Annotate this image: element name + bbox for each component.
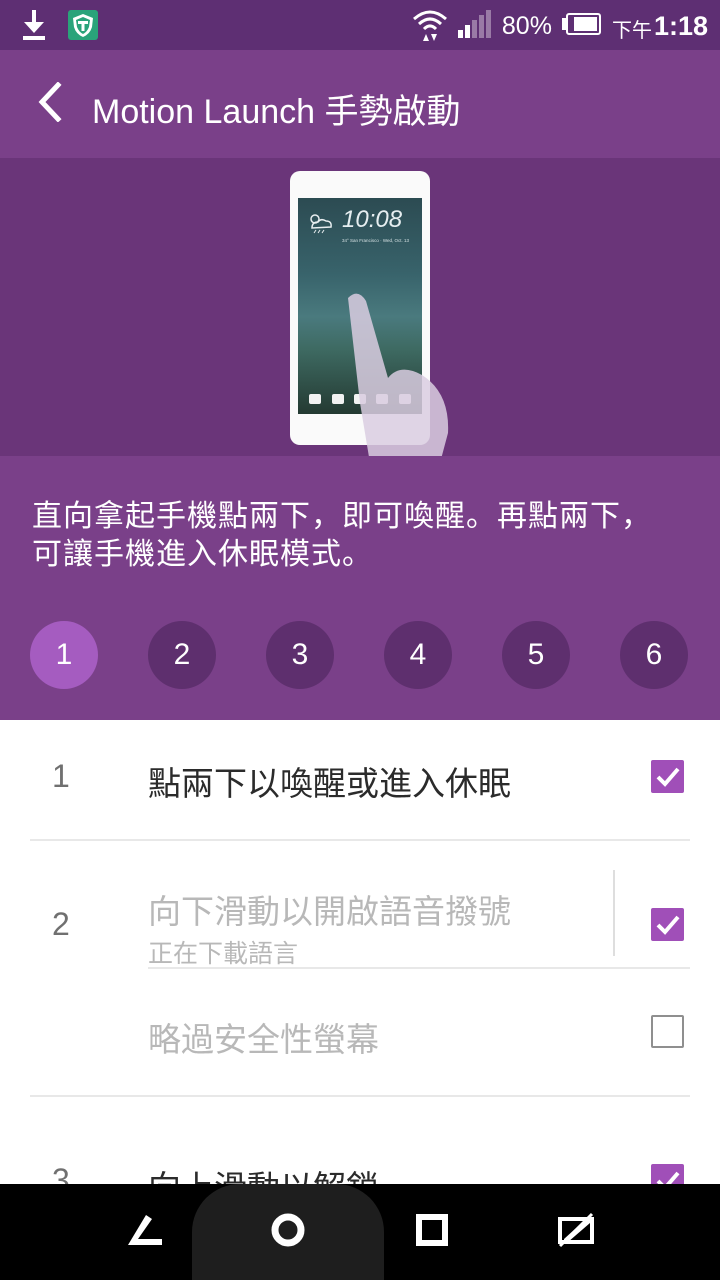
list-item-title: 向上滑動以解鎖 [148,1161,379,1184]
checkmark-icon [656,767,680,787]
checkbox-wake-sleep[interactable] [651,760,684,793]
hide-nav-icon [556,1212,596,1252]
battery-icon [561,12,602,40]
step-4[interactable]: 4 [384,621,452,689]
app-bar: Motion Launch 手勢啟動 [0,50,720,158]
download-icon [20,8,48,46]
status-bar: 80% 下午 1:18 [0,0,720,50]
wifi-icon [412,7,448,46]
home-icon [269,1211,307,1253]
back-button[interactable] [22,76,78,132]
description-area: 直向拿起手機點兩下，即可喚醒。再點兩下，可讓手機進入休眠模式。 1 2 3 4 … [0,456,720,720]
step-3[interactable]: 3 [266,621,334,689]
list-item-wake-sleep[interactable]: 1 點兩下以喚醒或進入休眠 [0,720,720,840]
gesture-settings-list: 1 點兩下以喚醒或進入休眠 2 向下滑動以開啟語音撥號 正在下載語言 略過安全性… [0,720,720,1184]
checkbox-voice-dial[interactable] [651,908,684,941]
gesture-preview: 10:08 34° San Francisco · Wed, Oct. 13 [0,158,720,456]
checkmark-icon [656,1171,680,1184]
recents-icon [415,1213,449,1251]
list-item-title: 略過安全性螢幕 [148,1020,379,1059]
preview-subtext: 34° San Francisco · Wed, Oct. 13 [342,238,409,243]
step-1[interactable]: 1 [30,621,98,689]
phone-icon [309,394,322,404]
weather-icon [306,212,334,238]
finger-icon [330,283,460,456]
battery-percent: 80% [501,11,552,40]
list-item-voice-dial[interactable]: 2 向下滑動以開啟語音撥號 正在下載語言 [0,840,720,968]
nav-recents-button[interactable] [408,1208,456,1256]
list-item-number: 1 [52,758,70,794]
status-bar-left [20,8,98,46]
checkbox-swipe-unlock[interactable] [651,1164,684,1184]
checkbox-skip-security[interactable] [651,1015,684,1048]
status-time-prefix: 下午 [611,19,652,42]
list-item-swipe-unlock[interactable]: 3 向上滑動以解鎖 [0,1096,720,1184]
signal-icon [457,9,492,43]
navigation-bar [0,1184,720,1280]
list-item-subtitle: 正在下載語言 [148,939,299,968]
list-item-title: 向下滑動以開啟語音撥號 [148,892,511,931]
list-item-number: 3 [52,1162,70,1184]
step-5[interactable]: 5 [502,621,570,689]
back-icon [124,1213,164,1251]
step-indicator: 1 2 3 4 5 6 [30,621,690,689]
step-6[interactable]: 6 [620,621,688,689]
shield-app-icon [68,10,98,44]
nav-back-button[interactable] [120,1208,168,1256]
vertical-divider [613,870,615,956]
list-item-number: 2 [52,906,70,942]
page-title: Motion Launch 手勢啟動 [92,93,461,131]
nav-hide-button[interactable] [552,1208,600,1256]
preview-clock: 10:08 [342,206,403,233]
list-item-title: 點兩下以喚醒或進入休眠 [148,764,511,803]
status-time: 1:18 [653,10,708,41]
nav-home-button[interactable] [264,1208,312,1256]
gesture-description: 直向拿起手機點兩下，即可喚醒。再點兩下，可讓手機進入休眠模式。 [32,499,652,572]
list-item-skip-security[interactable]: 略過安全性螢幕 [0,968,720,1096]
chevron-left-icon [36,81,64,126]
checkmark-icon [656,915,680,935]
step-2[interactable]: 2 [148,621,216,689]
status-bar-right: 80% 下午 1:18 [412,6,708,46]
